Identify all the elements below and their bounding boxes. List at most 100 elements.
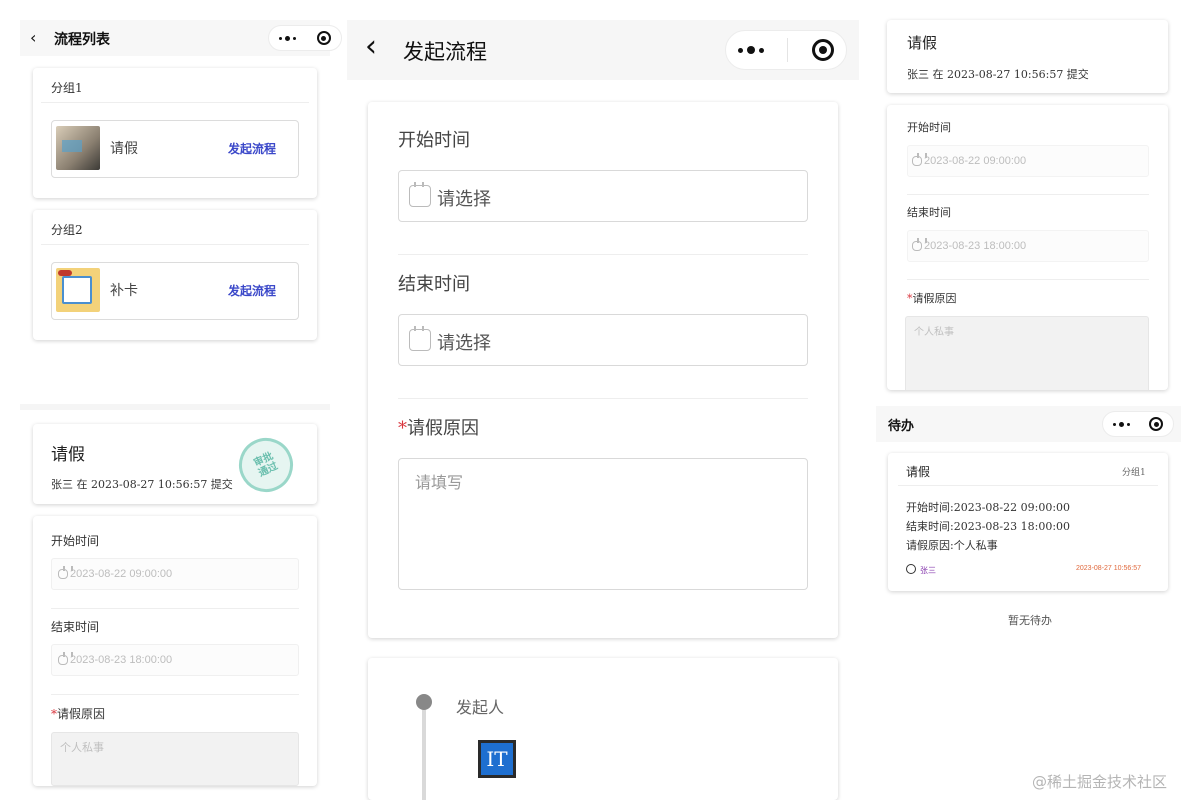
end-time-picker[interactable]: 请选择 (398, 314, 808, 366)
field-value: 2023-08-22 09:00:00 (70, 568, 173, 580)
close-miniapp-icon[interactable] (812, 39, 835, 61)
submitter-info: 张三 在 2023-08-27 10:56:57 提交 (907, 68, 1089, 81)
stamp-text: 审批通过 (252, 450, 280, 480)
approved-stamp: 审批通过 (230, 429, 302, 501)
detail-title: 请假 (907, 34, 938, 52)
start-time-picker[interactable]: 请选择 (398, 170, 808, 222)
empty-todo-text: 暂无待办 (1008, 614, 1052, 627)
divider (907, 279, 1149, 280)
detail-left-header: 请假 张三 在 2023-08-27 10:56:57 提交 审批通过 (33, 424, 317, 504)
divider (41, 102, 309, 103)
close-miniapp-icon[interactable] (316, 31, 331, 45)
end-time-field: 2023-08-23 18:00:00 (51, 644, 299, 676)
capsule-menu (725, 30, 847, 70)
end-time-field: 2023-08-23 18:00:00 (907, 230, 1149, 262)
timeline-card: 发起人 IT (368, 658, 838, 800)
divider (41, 244, 309, 245)
field-label: 结束时间 (51, 620, 100, 634)
process-name: 补卡 (110, 283, 138, 299)
detail-left-form: 开始时间 2023-08-22 09:00:00 结束时间 2023-08-23… (33, 516, 317, 786)
calendar-icon (912, 238, 922, 252)
group-card-1: 分组1 请假 发起流程 (33, 68, 317, 198)
field-value: 个人私事 (914, 327, 954, 338)
todo-line: 开始时间:2023-08-22 09:00:00 (906, 501, 1071, 514)
list-title: 流程列表 (54, 32, 110, 48)
todo-time: 2023-08-27 10:56:57 (1076, 565, 1141, 572)
start-time-field: 2023-08-22 09:00:00 (907, 145, 1149, 177)
start-process-link[interactable]: 发起流程 (228, 282, 276, 299)
divider (51, 694, 299, 695)
start-time-field: 2023-08-22 09:00:00 (51, 558, 299, 590)
reason-field: 个人私事 (905, 316, 1149, 390)
process-thumbnail (56, 126, 100, 170)
calendar-icon (409, 326, 431, 351)
calendar-icon (409, 182, 431, 207)
more-icon[interactable] (737, 46, 764, 54)
capsule-menu (1102, 411, 1174, 437)
close-miniapp-icon[interactable] (1149, 417, 1164, 431)
process-thumbnail (56, 268, 100, 312)
todo-title: 待办 (888, 419, 915, 434)
reason-label: *请假原因 (398, 418, 479, 439)
divider (51, 608, 299, 609)
submitter-info: 张三 在 2023-08-27 10:56:57 提交 (51, 478, 233, 491)
todo-line: 请假原因:个人私事 (906, 539, 998, 552)
todo-card-group: 分组1 (1122, 468, 1146, 478)
group-name: 分组2 (51, 223, 83, 237)
end-time-label: 结束时间 (398, 274, 470, 295)
reason-label: *请假原因 (51, 707, 106, 721)
detail-left-topbar (20, 404, 330, 410)
reason-textarea[interactable]: 请填写 (398, 458, 808, 590)
field-value: 2023-08-23 18:00:00 (70, 654, 173, 666)
field-label: 开始时间 (907, 121, 951, 134)
more-icon[interactable] (1112, 421, 1130, 427)
detail-title: 请假 (51, 445, 85, 465)
start-title: 发起流程 (403, 40, 487, 64)
calendar-icon (912, 153, 922, 167)
start-process-link[interactable]: 发起流程 (228, 140, 276, 157)
back-icon[interactable]: ‹ (365, 30, 377, 64)
picker-placeholder: 请选择 (437, 333, 491, 354)
divider (898, 485, 1158, 486)
process-item-leave[interactable]: 请假 发起流程 (51, 120, 299, 178)
capsule-menu (268, 25, 342, 51)
detail-right-header: 请假 张三 在 2023-08-27 10:56:57 提交 (887, 20, 1168, 93)
reason-field: 个人私事 (51, 732, 299, 786)
field-label: 开始时间 (51, 534, 100, 548)
todo-card-title: 请假 (906, 465, 931, 479)
calendar-icon (58, 652, 68, 666)
todo-user: 张三 (920, 566, 936, 575)
more-icon[interactable] (279, 35, 297, 41)
field-value: 2023-08-23 18:00:00 (924, 240, 1027, 252)
detail-right-form: 开始时间 2023-08-22 09:00:00 结束时间 2023-08-23… (887, 105, 1168, 390)
todo-navbar: 待办 (876, 406, 1181, 442)
start-navbar: ‹ 发起流程 (347, 20, 859, 80)
divider (907, 194, 1149, 195)
start-time-label: 开始时间 (398, 130, 470, 151)
back-icon[interactable]: ‹ (30, 28, 36, 47)
todo-line: 结束时间:2023-08-23 18:00:00 (906, 520, 1071, 533)
textarea-placeholder: 请填写 (415, 473, 464, 492)
process-name: 请假 (110, 141, 138, 157)
group-name: 分组1 (51, 81, 83, 95)
list-navbar: ‹ 流程列表 (20, 20, 342, 56)
field-value: 个人私事 (60, 741, 104, 754)
divider (398, 254, 808, 255)
timeline-dot (416, 694, 432, 710)
timeline-label: 发起人 (456, 698, 505, 717)
timeline-line (422, 710, 426, 800)
group-card-2: 分组2 补卡 发起流程 (33, 210, 317, 340)
field-value: 2023-08-22 09:00:00 (924, 155, 1027, 167)
todo-card[interactable]: 请假 分组1 开始时间:2023-08-22 09:00:00 结束时间:202… (888, 453, 1168, 591)
picker-placeholder: 请选择 (437, 189, 491, 210)
divider (398, 398, 808, 399)
watermark: @稀土掘金技术社区 (1032, 773, 1168, 791)
avatar-text: IT (486, 747, 508, 771)
calendar-icon (58, 566, 68, 580)
process-item-makeup[interactable]: 补卡 发起流程 (51, 262, 299, 320)
reason-label: *请假原因 (907, 292, 957, 305)
avatar: IT (478, 740, 516, 778)
required-mark: * (398, 418, 407, 439)
user-icon (906, 564, 916, 574)
start-form-card: 开始时间 请选择 结束时间 请选择 *请假原因 请填写 (368, 102, 838, 638)
